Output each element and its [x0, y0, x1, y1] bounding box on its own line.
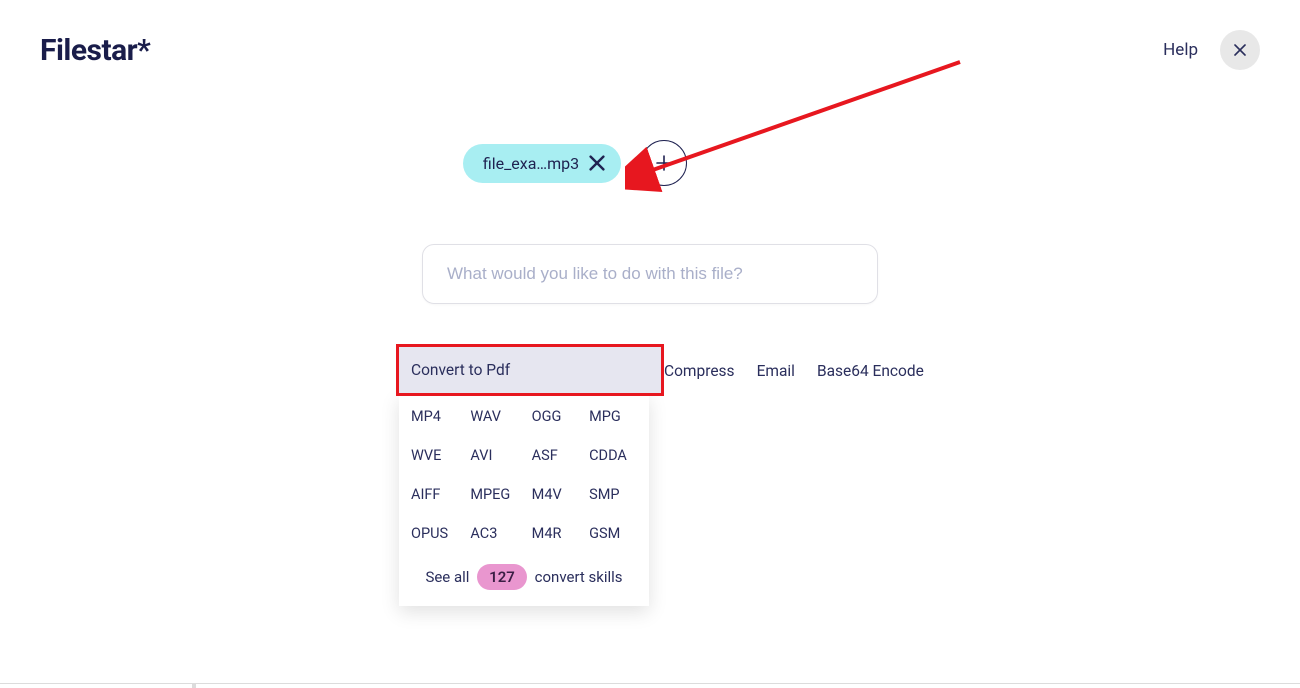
format-option[interactable]: M4R — [532, 525, 589, 542]
format-option[interactable]: OGG — [532, 408, 589, 425]
remove-icon — [589, 155, 605, 171]
skills-count-badge: 127 — [477, 564, 527, 590]
format-option[interactable]: AC3 — [470, 525, 531, 542]
format-option[interactable]: CDDA — [589, 447, 637, 464]
close-icon — [1234, 44, 1246, 56]
add-file-button[interactable] — [641, 140, 687, 186]
help-link[interactable]: Help — [1163, 40, 1198, 60]
see-all-skills[interactable]: See all 127 convert skills — [411, 564, 637, 590]
plus-icon — [656, 155, 672, 171]
close-button[interactable] — [1220, 30, 1260, 70]
format-option[interactable]: OPUS — [411, 525, 470, 542]
file-chip[interactable]: file_exa…mp3 — [463, 144, 621, 183]
action-search-box[interactable] — [422, 244, 878, 304]
see-all-suffix: convert skills — [535, 568, 623, 586]
format-option[interactable]: MP4 — [411, 408, 470, 425]
convert-to-pdf-action[interactable]: Convert to Pdf — [396, 344, 664, 396]
compress-action[interactable]: Compress — [664, 362, 735, 380]
action-search-input[interactable] — [447, 264, 853, 284]
base64-encode-action[interactable]: Base64 Encode — [817, 362, 924, 380]
format-option[interactable]: GSM — [589, 525, 637, 542]
app-logo: Filestar* — [40, 33, 150, 68]
convert-dropdown: MP4 WAV OGG MPG WVE AVI ASF CDDA AIFF MP… — [399, 394, 649, 606]
file-chip-label: file_exa…mp3 — [483, 154, 579, 173]
email-action[interactable]: Email — [757, 362, 795, 380]
remove-file-button[interactable] — [589, 155, 605, 171]
format-option[interactable]: WVE — [411, 447, 470, 464]
format-option[interactable]: AVI — [470, 447, 531, 464]
see-all-prefix: See all — [425, 568, 469, 586]
format-option[interactable]: M4V — [532, 486, 589, 503]
format-option[interactable]: ASF — [532, 447, 589, 464]
format-option[interactable]: SMP — [589, 486, 637, 503]
format-option[interactable]: WAV — [470, 408, 531, 425]
skills-panel: Convert to Pdf Compress Email Base64 Enc… — [399, 348, 999, 606]
format-option[interactable]: MPG — [589, 408, 637, 425]
format-option[interactable]: AIFF — [411, 486, 470, 503]
divider-stub — [192, 684, 196, 688]
format-option[interactable]: MPEG — [470, 486, 531, 503]
